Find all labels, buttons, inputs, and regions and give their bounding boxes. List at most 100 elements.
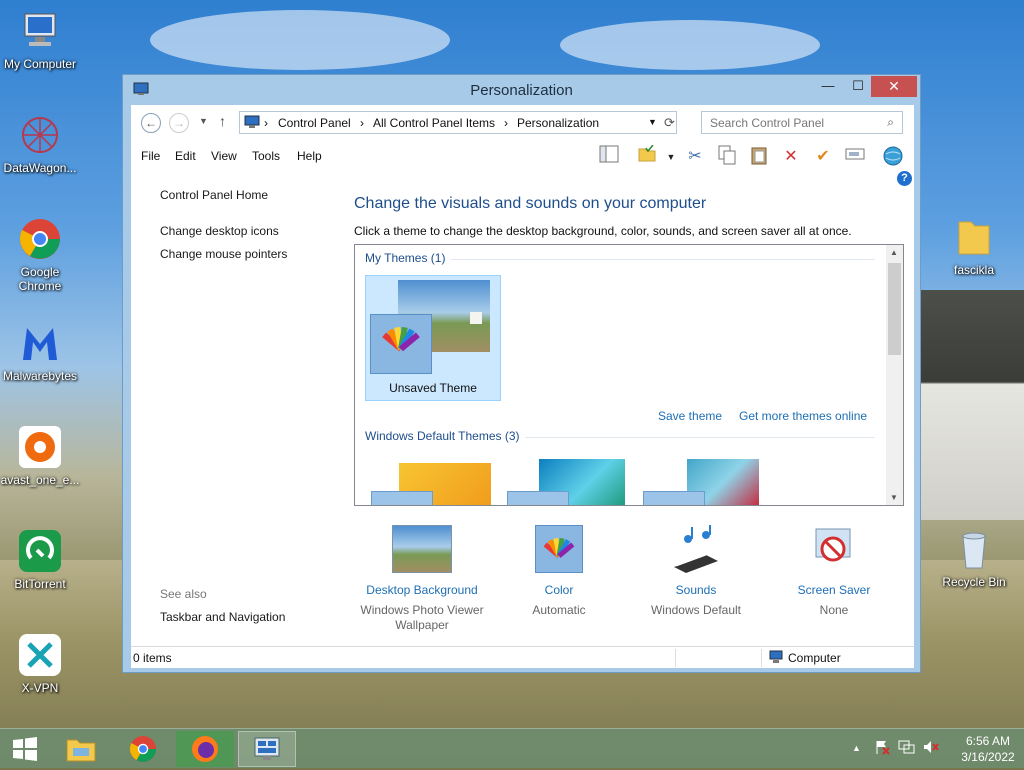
personalization-window: Personalization — ☐ ✕ ← → ▼ ↑ › Control … — [122, 74, 921, 673]
malwarebytes-icon — [17, 320, 63, 366]
search-input[interactable]: Search Control Panel — [710, 116, 824, 130]
taskbar-firefox[interactable] — [176, 731, 234, 767]
scroll-down-icon[interactable]: ▼ — [890, 493, 898, 502]
desktop-icon-datawagon[interactable]: DataWagon... — [0, 112, 80, 175]
desktop-icon-xvpn[interactable]: X-VPN — [0, 632, 80, 695]
breadcrumb-separator-icon: › — [504, 116, 508, 130]
taskbar-navigation-link[interactable]: Taskbar and Navigation — [160, 610, 285, 624]
theme-list: My Themes (1) Unsaved Theme Save theme G… — [354, 244, 904, 506]
folder-icon — [951, 214, 997, 260]
start-button[interactable] — [0, 731, 50, 767]
color-setting[interactable]: Color Automatic — [489, 525, 629, 618]
sounds-icon — [666, 525, 726, 573]
breadcrumb-personalization[interactable]: Personalization — [517, 116, 599, 130]
desktop-background-setting[interactable]: Desktop Background Windows Photo Viewer … — [352, 525, 492, 633]
theme-tile-windows[interactable] — [371, 463, 491, 505]
network-icon[interactable] — [898, 739, 916, 758]
desktop-icon-fascikla[interactable]: fascikla — [934, 214, 1014, 277]
get-more-themes-link[interactable]: Get more themes online — [739, 409, 867, 423]
delete-icon[interactable]: ✕ — [779, 145, 803, 169]
desktop-icon-recycle-bin[interactable]: Recycle Bin — [934, 526, 1014, 589]
globe-icon[interactable] — [881, 145, 905, 169]
desktop-icon-my-computer[interactable]: My Computer — [0, 8, 80, 71]
breadcrumb-all-items[interactable]: All Control Panel Items — [373, 116, 495, 130]
maximize-button[interactable]: ☐ — [843, 76, 873, 97]
wallpaper-house — [918, 290, 1024, 520]
taskbar-clock[interactable]: 6:56 AM 3/16/2022 — [958, 733, 1018, 765]
default-themes-header: Windows Default Themes (3) — [365, 429, 520, 443]
zone-label: Computer — [788, 651, 841, 665]
taskbar-file-explorer[interactable] — [52, 731, 110, 767]
desktop-icon-chrome[interactable]: Google Chrome — [0, 216, 80, 293]
properties-check-icon[interactable]: ✔ — [811, 145, 835, 169]
chrome-icon — [17, 216, 63, 262]
help-icon[interactable]: ? — [897, 171, 912, 186]
divider — [675, 649, 676, 667]
title-bar[interactable]: Personalization — ☐ ✕ — [123, 75, 920, 105]
menu-bar: File Edit View Tools Help ▼ ✂ ✕ ✔ ? — [131, 141, 914, 186]
desktop-background-icon — [392, 525, 452, 573]
address-bar[interactable]: › Control Panel › All Control Panel Item… — [239, 111, 677, 134]
color-link[interactable]: Color — [489, 583, 629, 597]
taskbar-chrome[interactable] — [114, 731, 172, 767]
volume-muted-icon[interactable] — [922, 739, 940, 758]
up-button[interactable]: ↑ — [219, 113, 226, 129]
screen-saver-icon — [804, 525, 864, 573]
page-description: Click a theme to change the desktop back… — [354, 224, 852, 238]
close-button[interactable]: ✕ — [871, 76, 917, 97]
menu-help[interactable]: Help — [297, 149, 322, 163]
clock-date: 3/16/2022 — [961, 750, 1015, 764]
minimize-button[interactable]: — — [813, 76, 843, 97]
address-dropdown-icon[interactable]: ▼ — [648, 117, 657, 127]
dropdown-arrow-icon[interactable]: ▼ — [659, 145, 683, 169]
save-theme-link[interactable]: Save theme — [658, 409, 722, 423]
scrollbar-thumb[interactable] — [888, 263, 901, 355]
sounds-link[interactable]: Sounds — [626, 583, 766, 597]
copy-icon[interactable] — [715, 145, 739, 169]
show-hidden-icons-chevron-icon[interactable]: ▲ — [852, 743, 861, 753]
desktop-background-link[interactable]: Desktop Background — [352, 583, 492, 597]
menu-view[interactable]: View — [211, 149, 237, 163]
taskbar-control-panel[interactable] — [238, 731, 296, 767]
menu-file[interactable]: File — [141, 149, 160, 163]
refresh-icon[interactable]: ⟳ — [664, 115, 675, 131]
desktop-icon-malwarebytes[interactable]: Malwarebytes — [0, 320, 80, 383]
recent-pages-chevron-icon[interactable]: ▼ — [199, 116, 208, 126]
theme-tile-lines-and-colors[interactable] — [507, 459, 627, 505]
theme-tile-flowers[interactable] — [643, 459, 763, 505]
change-desktop-icons-link[interactable]: Change desktop icons — [160, 224, 279, 238]
control-panel-icon — [244, 115, 260, 132]
breadcrumb-separator-icon: › — [264, 116, 268, 130]
desktop-icon-bittorrent[interactable]: BitTorrent — [0, 528, 80, 591]
sounds-setting[interactable]: Sounds Windows Default — [626, 525, 766, 618]
desktop-icon-avast[interactable]: avast_one_e... — [0, 424, 80, 487]
window-content: ← → ▼ ↑ › Control Panel › All Control Pa… — [131, 105, 914, 668]
breadcrumb-control-panel[interactable]: Control Panel — [278, 116, 351, 130]
cloud — [150, 10, 450, 70]
scroll-up-icon[interactable]: ▲ — [890, 248, 898, 257]
cut-icon[interactable]: ✂ — [683, 145, 707, 169]
menu-edit[interactable]: Edit — [175, 149, 196, 163]
forward-button[interactable]: → — [169, 113, 189, 133]
back-button[interactable]: ← — [141, 113, 161, 133]
unsaved-theme-tile[interactable]: Unsaved Theme — [365, 275, 501, 401]
search-icon[interactable]: ⌕ — [887, 115, 894, 130]
layout-pane-icon[interactable] — [597, 145, 621, 169]
screen-saver-link[interactable]: Screen Saver — [764, 583, 904, 597]
folder-check-icon[interactable] — [635, 144, 659, 169]
screen-saver-setting[interactable]: Screen Saver None — [764, 525, 904, 618]
avast-icon — [17, 424, 63, 470]
rename-icon[interactable] — [843, 145, 867, 169]
window-title: Personalization — [470, 82, 573, 99]
cloud — [560, 20, 820, 70]
search-box[interactable]: Search Control Panel ⌕ — [701, 111, 903, 134]
action-center-flag-icon[interactable] — [874, 739, 890, 758]
change-mouse-pointers-link[interactable]: Change mouse pointers — [160, 247, 287, 261]
paste-icon[interactable] — [747, 145, 771, 169]
control-panel-home-link[interactable]: Control Panel Home — [160, 188, 268, 202]
menu-tools[interactable]: Tools — [252, 149, 280, 163]
divider — [761, 649, 762, 667]
theme-list-scrollbar[interactable]: ▲ ▼ — [886, 245, 903, 505]
recycle-bin-icon — [951, 526, 997, 572]
theme-color-swatch — [371, 491, 433, 505]
